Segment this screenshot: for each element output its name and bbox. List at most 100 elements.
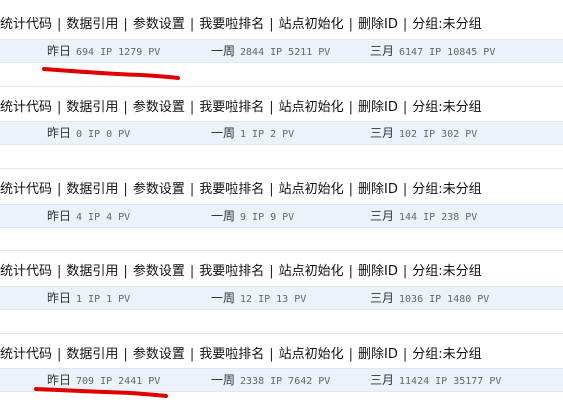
rank-link[interactable]: 我要啦排名: [199, 17, 264, 32]
month-stat: 三月 1036 IP 1480 PV: [370, 287, 489, 311]
site-action-links: 统计代码 | 数据引用 | 参数设置 | 我要啦排名 | 站点初始化 | 删除ID | 分组:未分组: [0, 346, 482, 364]
separator: |: [57, 182, 62, 197]
stats-row: 昨日 709 IP 2441 PV 一周 2338 IP 7642 PV 三月 114…: [0, 368, 563, 392]
rank-link[interactable]: 我要啦排名: [199, 182, 264, 197]
separator: |: [189, 100, 195, 115]
init-site-link[interactable]: 站点初始化: [279, 100, 344, 115]
param-settings-link[interactable]: 参数设置: [133, 347, 185, 362]
delete-id-link[interactable]: 删除ID: [358, 347, 398, 362]
week-label: 一周: [211, 291, 236, 305]
param-settings-link[interactable]: 参数设置: [133, 100, 185, 115]
week-stat: 一周 2844 IP 5211 PV: [211, 40, 330, 64]
divider: [0, 86, 563, 87]
site-action-links: 统计代码 | 数据引用 | 参数设置 | 我要啦排名 | 站点初始化 | 删除ID | 分组:未分组: [0, 99, 482, 117]
divider: [0, 333, 563, 334]
stats-code-link[interactable]: 统计代码: [0, 264, 52, 279]
separator: |: [402, 182, 408, 197]
separator: |: [123, 100, 128, 115]
init-site-link[interactable]: 站点初始化: [279, 182, 344, 197]
month-label: 三月: [370, 373, 395, 387]
yesterday-label: 昨日: [47, 126, 72, 140]
rank-link[interactable]: 我要啦排名: [199, 100, 264, 115]
stats-code-link[interactable]: 统计代码: [0, 182, 52, 197]
separator: |: [189, 17, 195, 32]
separator: |: [402, 264, 408, 279]
yesterday-value: 694 IP 1279 PV: [76, 47, 161, 58]
separator: |: [57, 347, 62, 362]
yesterday-value: 4 IP 4 PV: [76, 212, 131, 223]
separator: |: [269, 100, 274, 115]
divider: [0, 168, 563, 169]
stats-code-link[interactable]: 统计代码: [0, 347, 52, 362]
yesterday-stat: 昨日 694 IP 1279 PV: [47, 40, 160, 64]
delete-id-link[interactable]: 删除ID: [358, 17, 398, 32]
yesterday-stat: 昨日 0 IP 0 PV: [47, 122, 130, 146]
stats-row: 昨日 1 IP 1 PV 一周 12 IP 13 PV 三月 1036 IP 1480…: [0, 286, 563, 310]
group-link[interactable]: 分组:未分组: [412, 347, 481, 362]
data-ref-link[interactable]: 数据引用: [66, 347, 118, 362]
separator: |: [348, 182, 354, 197]
separator: |: [189, 182, 195, 197]
week-value: 1 IP 2 PV: [240, 129, 295, 140]
month-value: 102 IP 302 PV: [399, 129, 478, 140]
month-value: 1036 IP 1480 PV: [399, 294, 490, 305]
yesterday-value: 0 IP 0 PV: [76, 129, 131, 140]
yesterday-value: 1 IP 1 PV: [76, 294, 131, 305]
rank-link[interactable]: 我要啦排名: [199, 347, 264, 362]
data-ref-link[interactable]: 数据引用: [66, 17, 118, 32]
data-ref-link[interactable]: 数据引用: [66, 182, 118, 197]
delete-id-link[interactable]: 删除ID: [358, 182, 398, 197]
param-settings-link[interactable]: 参数设置: [133, 264, 185, 279]
delete-id-link[interactable]: 删除ID: [358, 264, 398, 279]
week-label: 一周: [211, 44, 236, 58]
init-site-link[interactable]: 站点初始化: [279, 264, 344, 279]
data-ref-link[interactable]: 数据引用: [66, 100, 118, 115]
yesterday-label: 昨日: [47, 44, 72, 58]
separator: |: [402, 17, 408, 32]
site-entry: 统计代码 | 数据引用 | 参数设置 | 我要啦排名 | 站点初始化 | 删除ID | 分组:未分组 昨…: [0, 168, 563, 238]
week-value: 2844 IP 5211 PV: [240, 47, 331, 58]
delete-id-link[interactable]: 删除ID: [358, 100, 398, 115]
param-settings-link[interactable]: 参数设置: [133, 182, 185, 197]
separator: |: [348, 17, 354, 32]
rank-link[interactable]: 我要啦排名: [199, 264, 264, 279]
separator: |: [57, 17, 62, 32]
stats-code-link[interactable]: 统计代码: [0, 100, 52, 115]
month-label: 三月: [370, 126, 395, 140]
month-label: 三月: [370, 44, 395, 58]
month-label: 三月: [370, 209, 395, 223]
stats-row: 昨日 0 IP 0 PV 一周 1 IP 2 PV 三月 102 IP 302 PV: [0, 121, 563, 145]
init-site-link[interactable]: 站点初始化: [279, 17, 344, 32]
week-stat: 一周 2338 IP 7642 PV: [211, 369, 330, 393]
site-entry: 统计代码 | 数据引用 | 参数设置 | 我要啦排名 | 站点初始化 | 删除ID | 分组:未分组 昨…: [0, 333, 563, 409]
site-action-links: 统计代码 | 数据引用 | 参数设置 | 我要啦排名 | 站点初始化 | 删除ID | 分组:未分组: [0, 181, 482, 199]
yesterday-value: 709 IP 2441 PV: [76, 376, 161, 387]
group-link[interactable]: 分组:未分组: [412, 17, 481, 32]
separator: |: [348, 347, 354, 362]
separator: |: [57, 100, 62, 115]
separator: |: [269, 347, 274, 362]
stats-code-link[interactable]: 统计代码: [0, 17, 52, 32]
separator: |: [123, 347, 128, 362]
separator: |: [57, 264, 62, 279]
group-link[interactable]: 分组:未分组: [412, 100, 481, 115]
highlight-stroke: [42, 67, 180, 80]
site-entry: 统计代码 | 数据引用 | 参数设置 | 我要啦排名 | 站点初始化 | 删除ID | 分组:未分组 昨…: [0, 86, 563, 156]
data-ref-link[interactable]: 数据引用: [66, 264, 118, 279]
init-site-link[interactable]: 站点初始化: [279, 347, 344, 362]
week-stat: 一周 9 IP 9 PV: [211, 205, 294, 229]
group-link[interactable]: 分组:未分组: [412, 264, 481, 279]
separator: |: [348, 100, 354, 115]
site-entry: 统计代码 | 数据引用 | 参数设置 | 我要啦排名 | 站点初始化 | 删除ID | 分组:未分组 昨…: [0, 250, 563, 320]
group-link[interactable]: 分组:未分组: [412, 182, 481, 197]
week-value: 2338 IP 7642 PV: [240, 376, 331, 387]
separator: |: [123, 264, 128, 279]
separator: |: [402, 347, 408, 362]
week-value: 12 IP 13 PV: [240, 294, 307, 305]
separator: |: [269, 264, 274, 279]
month-value: 144 IP 238 PV: [399, 212, 478, 223]
separator: |: [348, 264, 354, 279]
param-settings-link[interactable]: 参数设置: [133, 17, 185, 32]
yesterday-stat: 昨日 1 IP 1 PV: [47, 287, 130, 311]
divider: [0, 250, 563, 251]
